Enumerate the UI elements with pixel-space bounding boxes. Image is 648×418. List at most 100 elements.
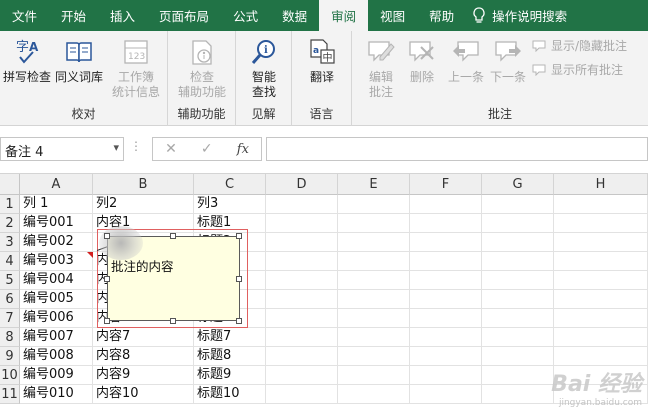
row-header-3[interactable]: 3 (0, 233, 20, 252)
select-all-corner[interactable] (0, 174, 20, 195)
chevron-down-icon[interactable]: ▾ (113, 141, 119, 154)
tab-data[interactable]: 数据 (270, 0, 319, 31)
cell-h3[interactable] (554, 233, 648, 252)
cell-f9[interactable] (410, 347, 482, 366)
workbook-statistics-button[interactable]: 123 工作簿 统计信息 (108, 35, 164, 100)
cell-h6[interactable] (554, 290, 648, 309)
cell-a3[interactable]: 编号002 (20, 233, 93, 252)
cell-f5[interactable] (410, 271, 482, 290)
resize-handle-bottom-right[interactable] (236, 318, 242, 324)
row-header-7[interactable]: 7 (0, 309, 20, 328)
cell-h8[interactable] (554, 328, 648, 347)
column-header-d[interactable]: D (266, 174, 338, 195)
tab-home[interactable]: 开始 (49, 0, 98, 31)
formula-input[interactable] (266, 137, 648, 161)
cell-e6[interactable] (338, 290, 410, 309)
cell-f6[interactable] (410, 290, 482, 309)
tab-view[interactable]: 视图 (368, 0, 417, 31)
resize-handle-top[interactable] (170, 233, 176, 239)
cell-a4[interactable]: 编号003 (20, 252, 93, 271)
cell-a11[interactable]: 编号010 (20, 385, 93, 404)
cell-d9[interactable] (266, 347, 338, 366)
row-header-10[interactable]: 10 (0, 366, 20, 385)
cell-a10[interactable]: 编号009 (20, 366, 93, 385)
column-header-e[interactable]: E (338, 174, 410, 195)
cell-f3[interactable] (410, 233, 482, 252)
cell-g4[interactable] (482, 252, 554, 271)
cell-g5[interactable] (482, 271, 554, 290)
lightbulb-icon[interactable] (470, 0, 488, 31)
edit-comment-button[interactable]: 编辑 批注 (358, 35, 404, 100)
row-header-6[interactable]: 6 (0, 290, 20, 309)
cell-e9[interactable] (338, 347, 410, 366)
cell-e11[interactable] (338, 385, 410, 404)
cell-d3[interactable] (266, 233, 338, 252)
show-all-comments-button[interactable]: 显示所有批注 (532, 61, 623, 78)
row-header-2[interactable]: 2 (0, 214, 20, 233)
cell-h4[interactable] (554, 252, 648, 271)
cell-e7[interactable] (338, 309, 410, 328)
tab-page-layout[interactable]: 页面布局 (147, 0, 221, 31)
cell-d11[interactable] (266, 385, 338, 404)
column-header-a[interactable]: A (20, 174, 93, 195)
column-header-h[interactable]: H (554, 174, 648, 195)
row-header-5[interactable]: 5 (0, 271, 20, 290)
cell-e2[interactable] (338, 214, 410, 233)
cell-e4[interactable] (338, 252, 410, 271)
resize-handle-top-left[interactable] (104, 233, 110, 239)
translate-button[interactable]: a中 翻译 (298, 35, 346, 85)
cancel-icon[interactable]: ✕ (165, 141, 177, 157)
column-header-g[interactable]: G (482, 174, 554, 195)
spell-check-button[interactable]: 字A 拼写检查 (2, 35, 52, 85)
thesaurus-button[interactable]: 同义词库 (54, 35, 104, 85)
cell-b1[interactable]: 列2 (93, 195, 194, 214)
column-header-b[interactable]: B (93, 174, 194, 195)
cell-a7[interactable]: 编号006 (20, 309, 93, 328)
cell-f2[interactable] (410, 214, 482, 233)
cell-a8[interactable]: 编号007 (20, 328, 93, 347)
column-header-c[interactable]: C (194, 174, 266, 195)
insert-function-icon[interactable]: fx (237, 142, 249, 157)
row-header-9[interactable]: 9 (0, 347, 20, 366)
cell-d6[interactable] (266, 290, 338, 309)
tab-help[interactable]: 帮助 (417, 0, 466, 31)
row-header-11[interactable]: 11 (0, 385, 20, 404)
cell-a1[interactable]: 列 1 (20, 195, 93, 214)
cell-g1[interactable] (482, 195, 554, 214)
cell-c8[interactable]: 标题7 (194, 328, 266, 347)
cell-b11[interactable]: 内容10 (93, 385, 194, 404)
cell-a2[interactable]: 编号001 (20, 214, 93, 233)
cell-b8[interactable]: 内容7 (93, 328, 194, 347)
cell-f11[interactable] (410, 385, 482, 404)
cell-e5[interactable] (338, 271, 410, 290)
cell-g8[interactable] (482, 328, 554, 347)
cell-d4[interactable] (266, 252, 338, 271)
resize-handle-top-right[interactable] (236, 233, 242, 239)
previous-comment-button[interactable]: 上一条 (444, 35, 488, 85)
next-comment-button[interactable]: 下一条 (486, 35, 530, 85)
tell-me-search[interactable]: 操作说明搜索 (488, 0, 567, 31)
cell-g6[interactable] (482, 290, 554, 309)
cell-d2[interactable] (266, 214, 338, 233)
resize-handle-left[interactable] (104, 276, 110, 282)
tab-formulas[interactable]: 公式 (221, 0, 270, 31)
cell-c9[interactable]: 标题8 (194, 347, 266, 366)
tab-insert[interactable]: 插入 (98, 0, 147, 31)
show-hide-comment-button[interactable]: 显示/隐藏批注 (532, 37, 627, 54)
resize-handle-bottom[interactable] (170, 318, 176, 324)
row-header-1[interactable]: 1 (0, 195, 20, 214)
cell-g9[interactable] (482, 347, 554, 366)
cell-e3[interactable] (338, 233, 410, 252)
cell-d7[interactable] (266, 309, 338, 328)
cell-a6[interactable]: 编号005 (20, 290, 93, 309)
resize-handle-bottom-left[interactable] (104, 318, 110, 324)
delete-comment-button[interactable]: 删除 (402, 35, 442, 85)
cell-g10[interactable] (482, 366, 554, 385)
row-header-8[interactable]: 8 (0, 328, 20, 347)
cell-h9[interactable] (554, 347, 648, 366)
check-accessibility-button[interactable]: 检查 辅助功能 (174, 35, 230, 100)
name-box[interactable]: 备注 4 ▾ (0, 137, 124, 161)
cell-a9[interactable]: 编号008 (20, 347, 93, 366)
cell-f10[interactable] (410, 366, 482, 385)
enter-icon[interactable]: ✓ (201, 141, 213, 157)
